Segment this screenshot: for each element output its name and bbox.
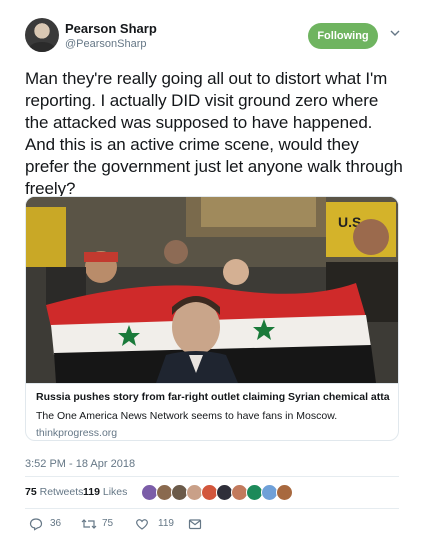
card-title[interactable]: Russia pushes story from far-right outle… — [36, 391, 390, 405]
author-avatar[interactable] — [25, 18, 59, 52]
card-description: The One America News Network seems to ha… — [36, 410, 338, 422]
card-domain: thinkprogress.org — [36, 427, 118, 439]
likes-stat[interactable]: 119 Likes — [83, 486, 127, 498]
chevron-down-icon[interactable] — [389, 27, 401, 43]
divider — [25, 476, 399, 477]
retweet-count: 75 — [102, 518, 114, 529]
like-button[interactable]: 119 — [135, 515, 185, 533]
envelope-icon — [188, 519, 202, 530]
retweet-button[interactable]: 75 — [81, 515, 125, 533]
tweet-stats: 75 Retweets 119 Likes — [25, 484, 405, 504]
likes-count: 119 — [83, 486, 100, 498]
retweet-icon — [81, 519, 97, 529]
author-name[interactable]: Pearson Sharp — [65, 21, 157, 36]
author-handle[interactable]: @PearsonSharp — [65, 38, 147, 50]
heart-icon — [136, 519, 148, 530]
following-button[interactable]: Following — [308, 23, 378, 49]
link-card[interactable]: U.S. Russia pushes story from far-right … — [25, 196, 399, 441]
card-image: U.S. — [26, 197, 398, 383]
reply-button[interactable]: 36 — [29, 515, 69, 533]
retweets-label: Retweets — [39, 486, 84, 498]
tweet-header: Pearson Sharp @PearsonSharp Following — [25, 18, 405, 58]
tweet-text: Man they're really going all out to dist… — [25, 69, 403, 198]
card-body: Russia pushes story from far-right outle… — [26, 383, 398, 440]
liker-avatar[interactable] — [276, 484, 293, 501]
divider — [25, 508, 399, 509]
retweets-count: 75 — [25, 486, 37, 498]
reply-icon — [29, 518, 43, 531]
like-count: 119 — [158, 518, 174, 529]
retweets-stat[interactable]: 75 Retweets — [25, 486, 83, 498]
tweet-actions: 36 75 119 — [25, 515, 405, 533]
message-button[interactable] — [188, 515, 204, 533]
likes-label: Likes — [102, 486, 128, 498]
tweet-timestamp[interactable]: 3:52 PM - 18 Apr 2018 — [25, 458, 135, 470]
reply-count: 36 — [50, 518, 62, 529]
